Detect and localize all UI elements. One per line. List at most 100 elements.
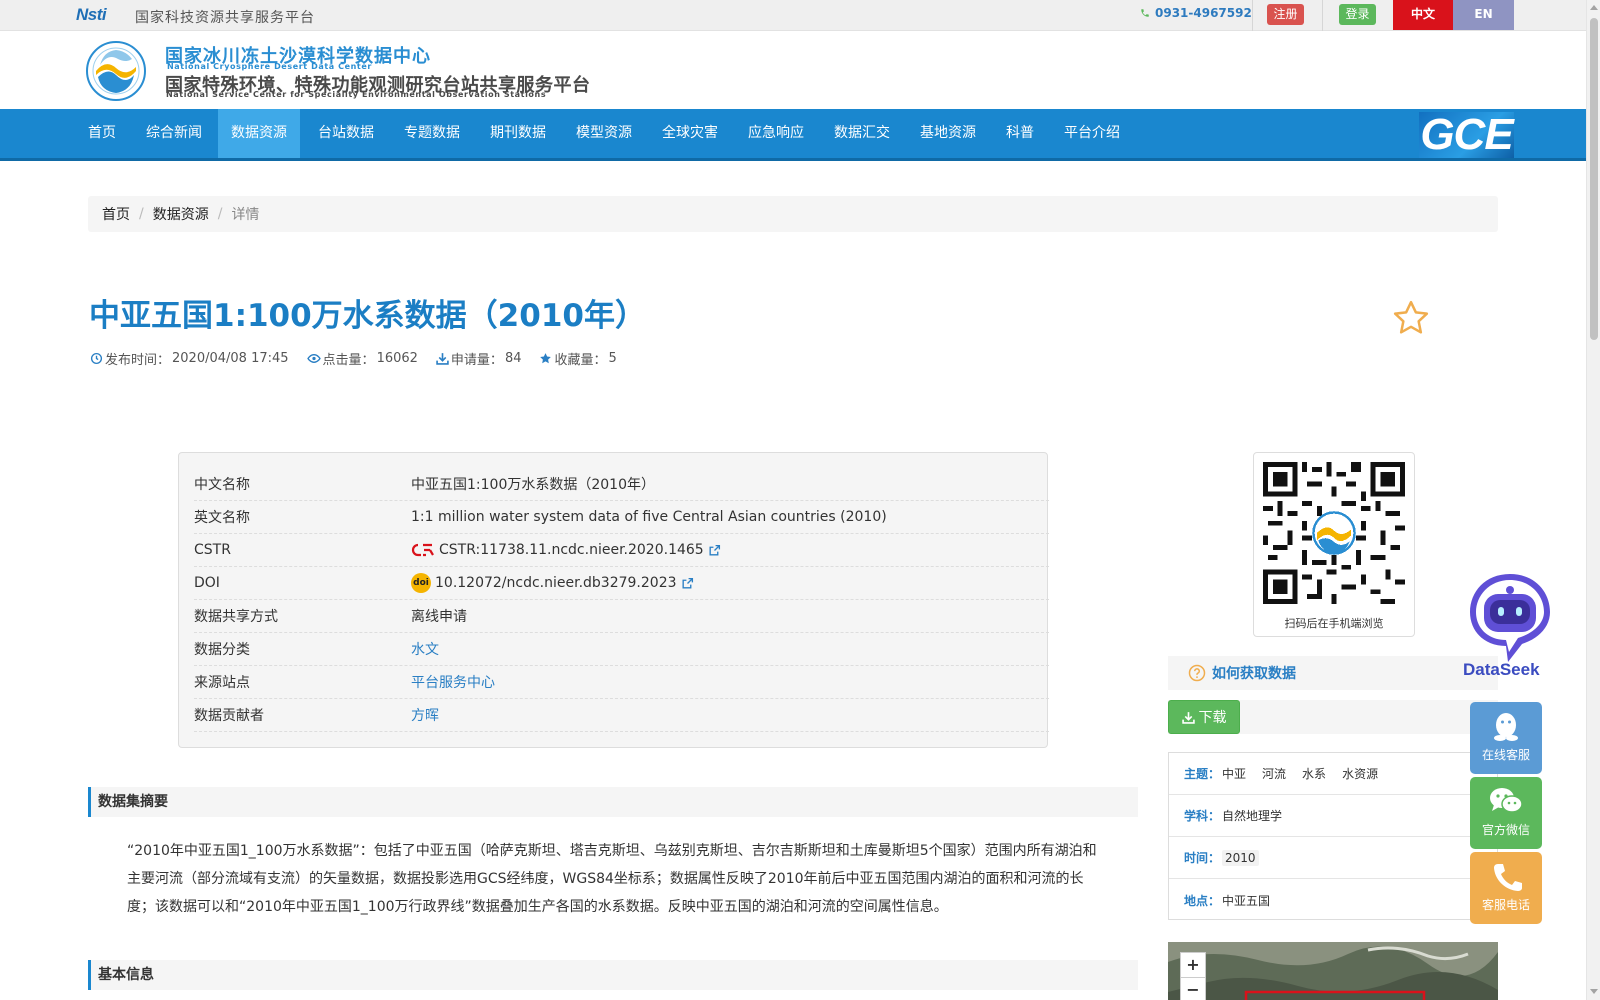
center-en-title: National Cryosphere Desert Data Center xyxy=(167,62,372,71)
dataset-meta: 发布时间： 2020/04/08 17:45 点击量： 16062 申请量： 8… xyxy=(90,349,617,368)
phone-service-button[interactable]: 客服电话 xyxy=(1470,852,1542,924)
wechat-label[interactable]: 官方微信 xyxy=(1482,823,1530,837)
nav-item-home[interactable]: 首页 xyxy=(88,109,116,158)
info-value: 中亚五国1:100万水系数据（2010年） xyxy=(411,477,655,493)
coverage-map[interactable]: + − xyxy=(1168,942,1498,1000)
nav-item-station-data[interactable]: 台站数据 xyxy=(318,109,374,158)
info-row-cn-name: 中文名称 中亚五国1:100万水系数据（2010年） xyxy=(194,468,1049,501)
nav-item-emergency-response[interactable]: 应急响应 xyxy=(748,109,804,158)
publish-time: 发布时间： 2020/04/08 17:45 xyxy=(90,349,289,368)
category-link[interactable]: 水文 xyxy=(411,639,439,659)
how-label[interactable]: 如何获取数据 xyxy=(1212,663,1296,683)
publish-label: 发布时间： xyxy=(105,353,171,368)
source-site-link[interactable]: 平台服务中心 xyxy=(411,672,495,692)
topic-tag[interactable]: 水资源 xyxy=(1342,765,1378,782)
gce-logo[interactable]: GCE xyxy=(1419,112,1514,158)
scroll-up-arrow[interactable] xyxy=(1590,5,1598,10)
nav-item-science[interactable]: 科普 xyxy=(1006,109,1034,158)
how-to-get-data[interactable]: 如何获取数据 xyxy=(1168,656,1498,690)
breadcrumb-separator: / xyxy=(217,206,223,222)
platform-en-title: National Service Center for Speciality E… xyxy=(166,90,547,99)
info-row-doi: DOI doi 10.12072/ncdc.nieer.db3279.2023 xyxy=(194,567,1049,600)
nav-item-data-resources[interactable]: 数据资源 xyxy=(218,109,300,158)
scrollbar-thumb[interactable] xyxy=(1590,18,1598,340)
main-nav: 首页 综合新闻 数据资源 台站数据 专题数据 期刊数据 模型资源 全球灾害 应急… xyxy=(0,109,1586,161)
apply-count: 申请量： 84 xyxy=(436,349,522,368)
favorite-star-icon[interactable] xyxy=(1391,298,1431,338)
online-service-button[interactable]: 在线客服 xyxy=(1470,702,1542,774)
info-row-en-name: 英文名称 1:1 million water system data of fi… xyxy=(194,501,1049,534)
breadcrumb: 首页 / 数据资源 / 详情 xyxy=(88,196,1498,232)
breadcrumb-current: 详情 xyxy=(231,207,260,223)
breadcrumb-separator: / xyxy=(139,206,144,222)
nav-item-about[interactable]: 平台介绍 xyxy=(1064,109,1120,158)
register-button[interactable]: 注册 xyxy=(1267,4,1304,25)
applies-value: 84 xyxy=(504,351,522,366)
views-value: 16062 xyxy=(376,351,418,366)
phone-service-label[interactable]: 客服电话 xyxy=(1482,898,1530,912)
favs-value: 5 xyxy=(608,351,617,366)
lang-en-button[interactable]: EN xyxy=(1453,0,1514,30)
platform-name[interactable]: 国家科技资源共享服务平台 xyxy=(135,7,315,27)
question-icon xyxy=(1188,664,1206,682)
nsti-logo[interactable]: Nsti xyxy=(76,5,107,25)
map-zoom-in-button[interactable]: + xyxy=(1180,952,1206,978)
views-label: 点击量： xyxy=(322,353,375,368)
top-bar: Nsti 国家科技资源共享服务平台 0931-4967592 注册 登录 中文 … xyxy=(0,0,1586,31)
info-row-category: 数据分类 水文 xyxy=(194,633,1049,666)
external-link-icon[interactable] xyxy=(708,544,721,557)
download-icon xyxy=(1181,711,1195,724)
contributor-link[interactable]: 方晖 xyxy=(411,705,439,725)
nav-item-base-resources[interactable]: 基地资源 xyxy=(920,109,976,158)
nav-item-global-disasters[interactable]: 全球灾害 xyxy=(662,109,718,158)
phone-number: 0931-4967592 xyxy=(1155,6,1252,20)
topic-tag[interactable]: 河流 xyxy=(1262,765,1286,782)
dataseek-label[interactable]: DataSeek xyxy=(1463,660,1540,680)
map-zoom-out-button[interactable]: − xyxy=(1180,977,1206,1000)
nav-item-model-resources[interactable]: 模型资源 xyxy=(576,109,632,158)
topic-tag[interactable]: 水系 xyxy=(1302,765,1326,782)
place-row: 地点： 中亚五国 xyxy=(1169,879,1497,921)
scroll-down-arrow[interactable] xyxy=(1590,989,1598,994)
divider xyxy=(1322,0,1323,31)
subject-tag[interactable]: 自然地理学 xyxy=(1222,807,1282,824)
qq-icon xyxy=(1486,710,1526,742)
abstract-text: “2010年中亚五国1_100万水系数据”：包括了中亚五国（哈萨克斯坦、塔吉克斯… xyxy=(127,843,1097,915)
info-key: CSTR xyxy=(194,542,231,558)
cstr-text[interactable]: CSTR:11738.11.ncdc.nieer.2020.1465 xyxy=(439,542,704,558)
nav-item-data-submission[interactable]: 数据汇交 xyxy=(834,109,890,158)
external-link-icon[interactable] xyxy=(681,577,694,590)
topic-tag[interactable]: 中亚 xyxy=(1222,765,1246,782)
phone-contact: 0931-4967592 xyxy=(1140,6,1252,20)
download-button[interactable]: 下载 xyxy=(1168,700,1240,734)
doi-value[interactable]: doi 10.12072/ncdc.nieer.db3279.2023 xyxy=(411,573,694,593)
lang-zh-button[interactable]: 中文 xyxy=(1393,0,1453,30)
applies-label: 申请量： xyxy=(450,353,503,368)
wechat-button[interactable]: 官方微信 xyxy=(1470,777,1542,849)
publish-value: 2020/04/08 17:45 xyxy=(172,351,289,366)
download-label[interactable]: 下载 xyxy=(1199,707,1227,727)
phone-handset-icon xyxy=(1486,860,1526,892)
subject-row: 学科： 自然地理学 xyxy=(1169,795,1497,837)
qr-code-card: 扫码后在手机端浏览 xyxy=(1253,452,1415,637)
nav-item-news[interactable]: 综合新闻 xyxy=(146,109,202,158)
favs-label: 收藏量： xyxy=(554,353,607,368)
keywords-card: 主题： 中亚 河流 水系 水资源 学科： 自然地理学 时间： 2010 地点： … xyxy=(1168,752,1498,920)
nav-item-thematic-data[interactable]: 专题数据 xyxy=(404,109,460,158)
info-key: 数据共享方式 xyxy=(194,609,278,625)
cstr-value[interactable]: CSTR:11738.11.ncdc.nieer.2020.1465 xyxy=(411,542,721,558)
doi-text[interactable]: 10.12072/ncdc.nieer.db3279.2023 xyxy=(435,575,677,591)
breadcrumb-data-resources[interactable]: 数据资源 xyxy=(153,204,209,224)
qr-code-image xyxy=(1263,462,1405,604)
nav-item-journal-data[interactable]: 期刊数据 xyxy=(490,109,546,158)
page-scrollbar[interactable] xyxy=(1586,0,1600,1000)
data-center-emblem[interactable] xyxy=(86,41,146,101)
wechat-icon xyxy=(1486,785,1526,817)
breadcrumb-home[interactable]: 首页 xyxy=(102,204,130,224)
place-tag[interactable]: 中亚五国 xyxy=(1222,892,1270,909)
info-key: 英文名称 xyxy=(194,510,250,526)
phone-icon xyxy=(1140,8,1150,18)
online-service-label[interactable]: 在线客服 xyxy=(1482,748,1530,762)
login-button[interactable]: 登录 xyxy=(1339,4,1376,25)
abstract-section-title: 数据集摘要 xyxy=(88,787,1138,817)
